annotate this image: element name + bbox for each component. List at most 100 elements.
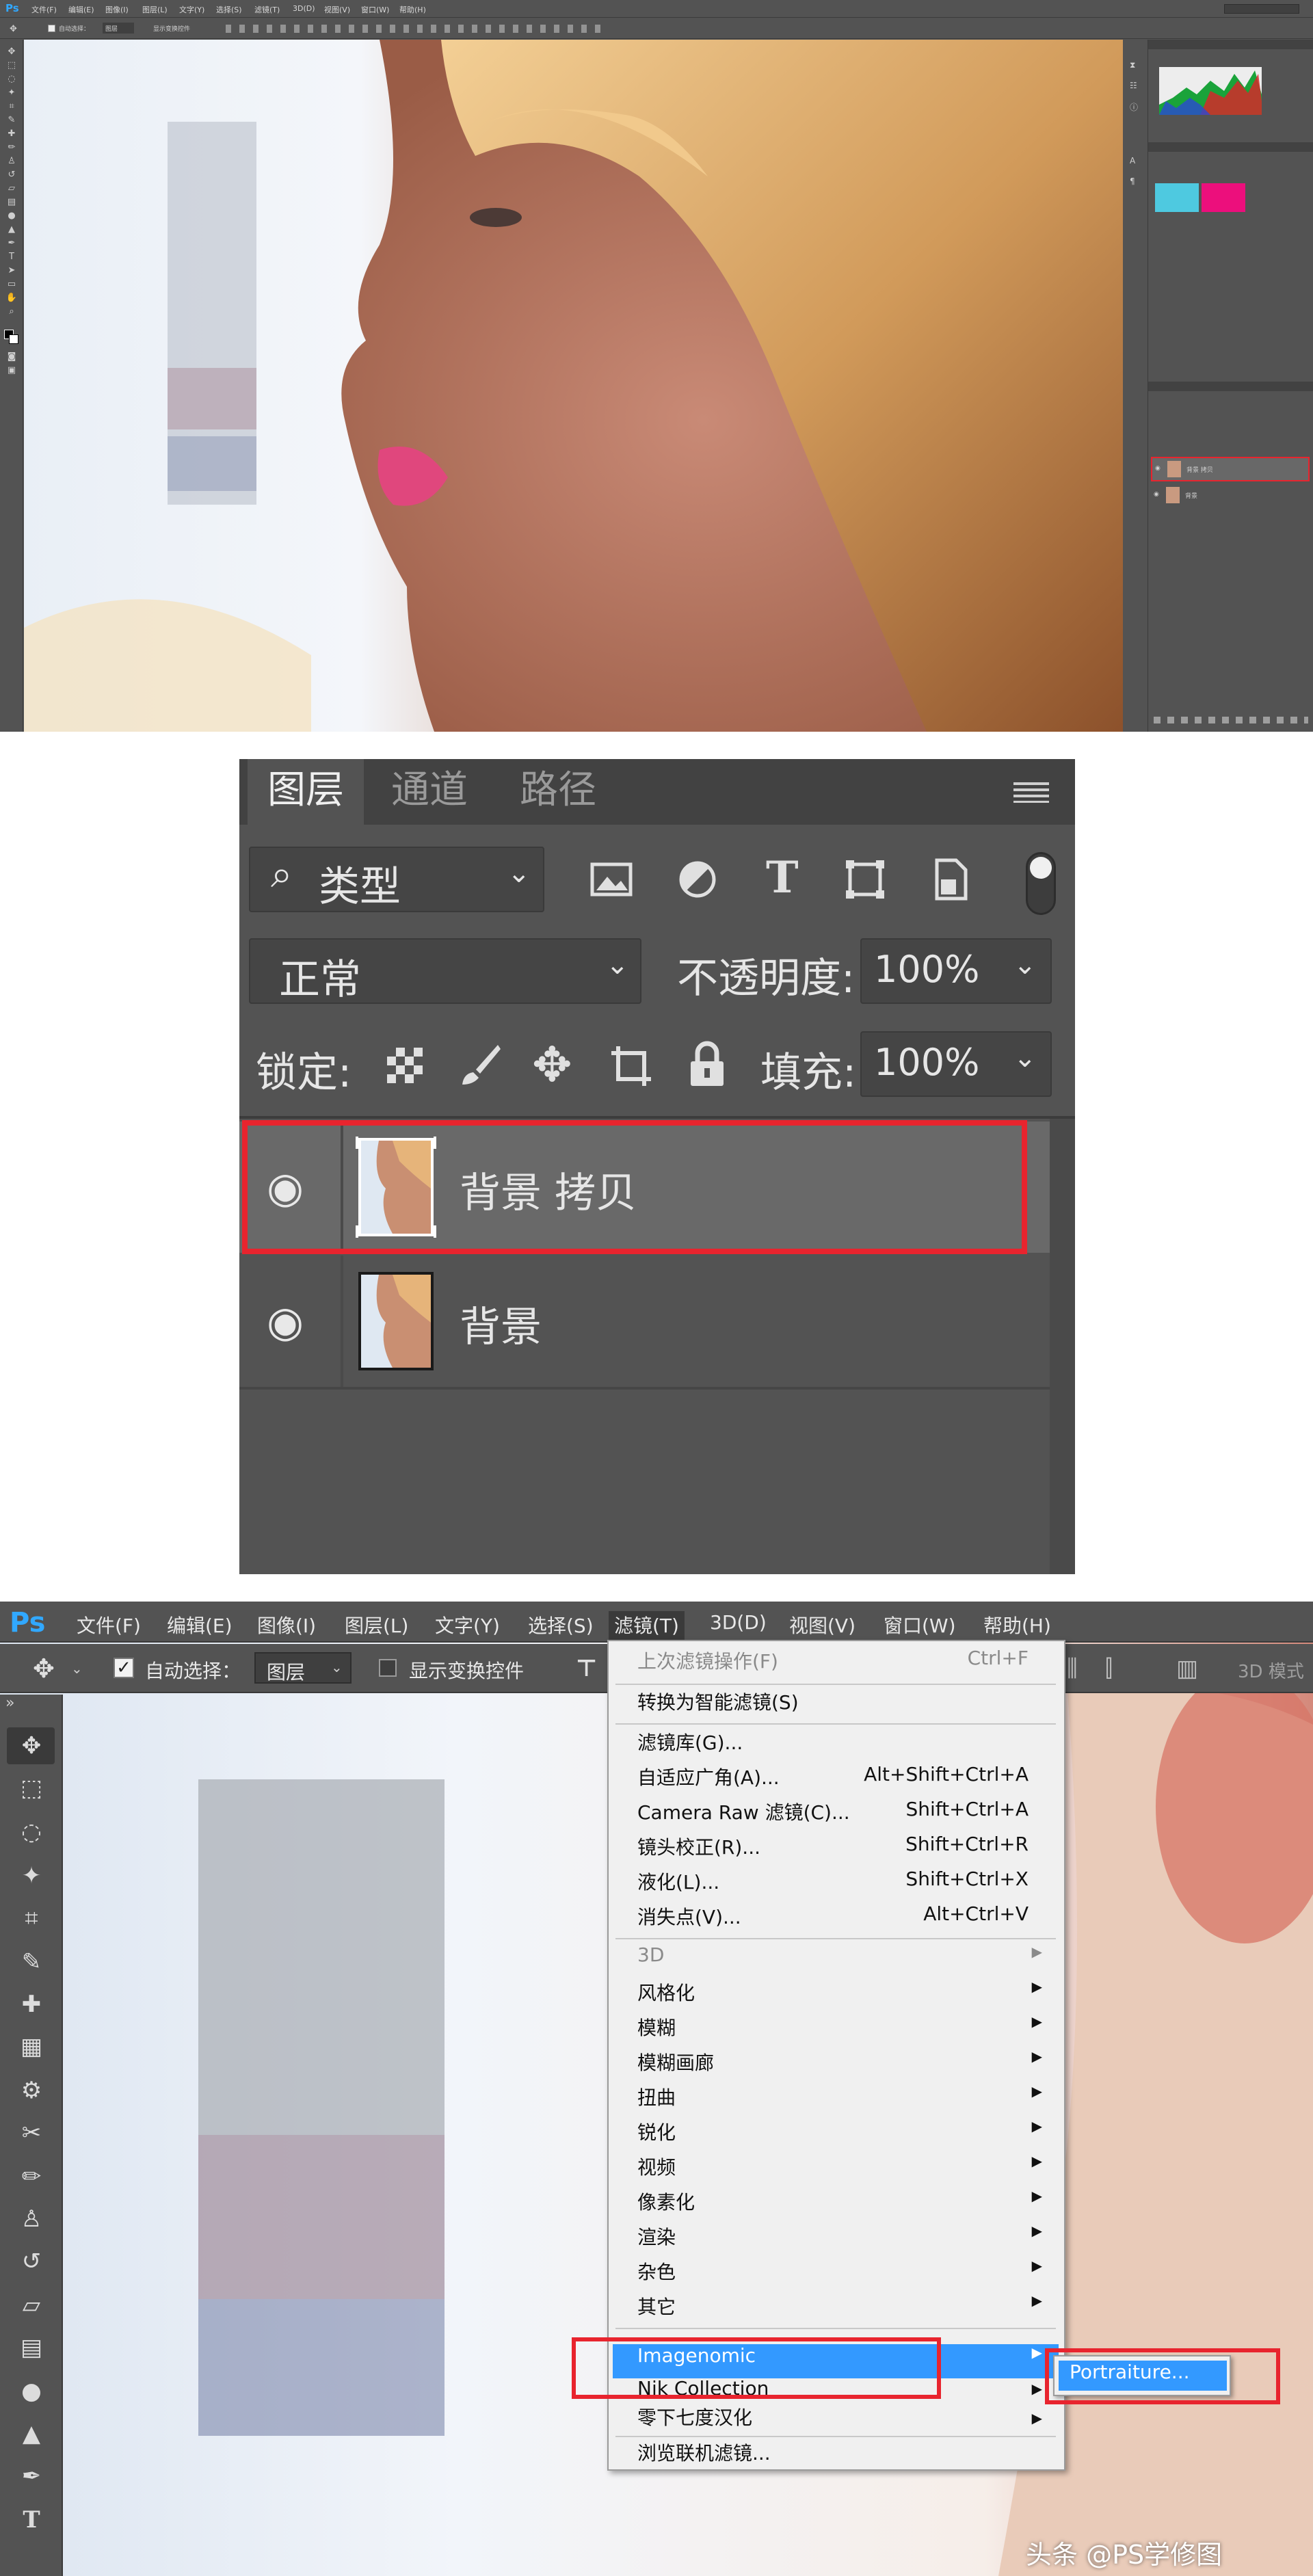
menu-item-camera-raw[interactable]: Camera Raw 滤镜(C)... Shift+Ctrl+A bbox=[613, 1798, 1059, 1832]
crop-tool-icon[interactable]: ⌗ bbox=[5, 101, 18, 112]
marquee-tool-icon[interactable]: ⬚ bbox=[5, 60, 18, 71]
menu-filter[interactable]: 滤镜(T) bbox=[609, 1611, 685, 1641]
eyedropper-icon[interactable]: ✎ bbox=[15, 1946, 48, 1978]
menu-select[interactable]: 选择(S) bbox=[522, 1611, 599, 1641]
menu-help[interactable]: 帮助(H) bbox=[399, 4, 426, 15]
content-aware-icon[interactable]: ⚙ bbox=[15, 2075, 48, 2106]
magic-wand-icon[interactable]: ✦ bbox=[5, 88, 18, 98]
opacity-field[interactable]: 100% ⌄ bbox=[860, 938, 1052, 1004]
menu-window[interactable]: 窗口(W) bbox=[361, 4, 389, 15]
distribute-icon[interactable]: ⫼ bbox=[1067, 1655, 1078, 1682]
gradient-tool-icon[interactable]: ▤ bbox=[15, 2332, 48, 2363]
menu-edit[interactable]: 编辑(E) bbox=[68, 4, 94, 15]
history-brush-icon[interactable]: ↺ bbox=[15, 2246, 48, 2277]
shape-tool-icon[interactable]: ▭ bbox=[5, 279, 18, 290]
lock-transparent-pixels-icon[interactable] bbox=[384, 1045, 425, 1086]
menu-item-convert-smart-filter[interactable]: 转换为智能滤镜(S) bbox=[613, 1688, 1059, 1722]
menu-image[interactable]: 图像(I) bbox=[105, 4, 129, 15]
align-buttons[interactable] bbox=[226, 25, 609, 33]
brush-tool-icon[interactable]: ✏ bbox=[5, 142, 18, 153]
blend-mode-dropdown[interactable]: 正常 ⌄ bbox=[249, 938, 641, 1004]
type-tool-icon[interactable]: T bbox=[15, 2504, 48, 2536]
auto-select-checkbox[interactable]: ✓ bbox=[114, 1658, 134, 1678]
layers-mini-tabs[interactable] bbox=[1148, 382, 1313, 391]
layer-footer-buttons[interactable] bbox=[1154, 717, 1308, 723]
show-transform-checkbox[interactable] bbox=[379, 1659, 397, 1677]
menu-3d[interactable]: 3D(D) bbox=[293, 4, 315, 13]
clone-stamp-icon[interactable]: ♙ bbox=[15, 2203, 48, 2235]
layer-row-background[interactable]: ◉ 背景 bbox=[239, 1256, 1050, 1387]
lasso-tool-icon[interactable]: ◌ bbox=[15, 1816, 48, 1848]
auto-select-dropdown[interactable]: 图层 bbox=[103, 23, 134, 34]
filter-toggle-switch[interactable] bbox=[1026, 852, 1056, 915]
hand-tool-icon[interactable]: ✋ bbox=[5, 293, 18, 304]
healing-brush-icon[interactable]: ✚ bbox=[15, 1989, 48, 2020]
eyedropper-icon[interactable]: ✎ bbox=[5, 115, 18, 126]
dodge-tool-icon[interactable]: ▲ bbox=[5, 224, 18, 235]
menu-select[interactable]: 选择(S) bbox=[216, 4, 242, 15]
auto-select-checkbox[interactable] bbox=[48, 25, 55, 32]
pen-tool-icon[interactable]: ✒ bbox=[15, 2460, 48, 2492]
type-tool-icon[interactable]: T bbox=[5, 252, 18, 263]
eye-icon[interactable]: ◉ bbox=[267, 1297, 304, 1346]
menu-item-blur[interactable]: 模糊 ▶ bbox=[613, 2013, 1059, 2047]
patch-tool-icon[interactable]: ▦ bbox=[15, 2031, 48, 2062]
fill-field[interactable]: 100% ⌄ bbox=[860, 1031, 1052, 1097]
panel-menu-icon[interactable] bbox=[1013, 782, 1049, 803]
menu-item-filter-gallery[interactable]: 滤镜库(G)... bbox=[613, 1728, 1059, 1762]
menu-item-blur-gallery[interactable]: 模糊画廊 ▶ bbox=[613, 2048, 1059, 2082]
tab-paths[interactable]: 路径 bbox=[495, 759, 621, 825]
menu-layer[interactable]: 图层(L) bbox=[339, 1611, 414, 1641]
menu-item-render[interactable]: 渲染 ▶ bbox=[613, 2222, 1059, 2257]
layer-row-background-mini[interactable]: ◉ 背景 bbox=[1151, 484, 1310, 509]
info-panel-icon[interactable]: ⓘ bbox=[1130, 101, 1138, 113]
move-tool-icon[interactable]: ✥ bbox=[5, 47, 18, 57]
menu-item-stylize[interactable]: 风格化 ▶ bbox=[613, 1978, 1059, 2013]
menu-3d[interactable]: 3D(D) bbox=[704, 1611, 772, 1641]
type-layer-filter-icon[interactable]: T bbox=[766, 852, 799, 903]
move-tool-icon[interactable]: ✥ bbox=[33, 1654, 55, 1684]
menu-layer[interactable]: 图层(L) bbox=[142, 4, 168, 15]
menu-item-browse-filters-online[interactable]: 浏览联机滤镜... bbox=[613, 2438, 1059, 2469]
auto-align-icon[interactable]: ▥ bbox=[1176, 1655, 1198, 1682]
tab-layers[interactable]: 图层 bbox=[248, 759, 364, 825]
history-brush-icon[interactable]: ↺ bbox=[5, 170, 18, 181]
menu-file[interactable]: 文件(F) bbox=[31, 4, 57, 15]
history-panel-icon[interactable]: ⧗ bbox=[1130, 60, 1135, 70]
menu-item-video[interactable]: 视频 ▶ bbox=[613, 2153, 1059, 2187]
menu-type[interactable]: 文字(Y) bbox=[179, 4, 204, 15]
move-tool-icon[interactable]: ✥ bbox=[15, 1730, 48, 1762]
zoom-tool-icon[interactable]: ⌕ bbox=[5, 306, 18, 317]
swatch-pink[interactable] bbox=[1202, 183, 1245, 212]
screen-mode-icon[interactable]: ▣ bbox=[5, 365, 18, 376]
pixel-layer-filter-icon[interactable] bbox=[589, 860, 633, 899]
lock-all-icon[interactable] bbox=[688, 1041, 726, 1087]
menu-item-liquify[interactable]: 液化(L)... Shift+Ctrl+X bbox=[613, 1868, 1059, 1902]
swatches-tabs[interactable] bbox=[1148, 142, 1313, 152]
menu-item-lens-correction[interactable]: 镜头校正(R)... Shift+Ctrl+R bbox=[613, 1833, 1059, 1867]
eraser-icon[interactable]: ▱ bbox=[5, 183, 18, 194]
eraser-icon[interactable]: ▱ bbox=[15, 2289, 48, 2321]
menu-item-chinese-localization[interactable]: 零下七度汉化 ▶ bbox=[613, 2402, 1059, 2434]
menu-item-pixelate[interactable]: 像素化 ▶ bbox=[613, 2188, 1059, 2222]
auto-select-dropdown[interactable]: 图层 ⌄ bbox=[254, 1652, 352, 1684]
menu-item-vanishing-point[interactable]: 消失点(V)... Alt+Ctrl+V bbox=[613, 1902, 1059, 1937]
marquee-tool-icon[interactable]: ⬚ bbox=[15, 1772, 48, 1804]
properties-panel-icon[interactable]: ☷ bbox=[1130, 81, 1137, 90]
pen-tool-icon[interactable]: ✒ bbox=[5, 238, 18, 249]
dodge-tool-icon[interactable]: ▲ bbox=[15, 2418, 48, 2449]
character-panel-icon[interactable]: A bbox=[1130, 156, 1135, 165]
smart-object-filter-icon[interactable] bbox=[931, 858, 971, 901]
menu-item-other[interactable]: 其它 ▶ bbox=[613, 2292, 1059, 2326]
menu-help[interactable]: 帮助(H) bbox=[978, 1611, 1057, 1641]
menu-window[interactable]: 窗口(W) bbox=[878, 1611, 961, 1641]
distribute-horizontal-icon[interactable]: ⫿ bbox=[1105, 1655, 1113, 1682]
magic-wand-icon[interactable]: ✦ bbox=[15, 1860, 48, 1891]
shape-layer-filter-icon[interactable] bbox=[845, 859, 886, 900]
menu-item-distort[interactable]: 扭曲 ▶ bbox=[613, 2083, 1059, 2117]
menu-item-sharpen[interactable]: 锐化 ▶ bbox=[613, 2118, 1059, 2152]
red-eye-icon[interactable]: ✂ bbox=[15, 2117, 48, 2149]
histogram-tabs[interactable] bbox=[1148, 40, 1313, 49]
menu-type[interactable]: 文字(Y) bbox=[429, 1611, 505, 1641]
menu-view[interactable]: 视图(V) bbox=[324, 4, 350, 15]
